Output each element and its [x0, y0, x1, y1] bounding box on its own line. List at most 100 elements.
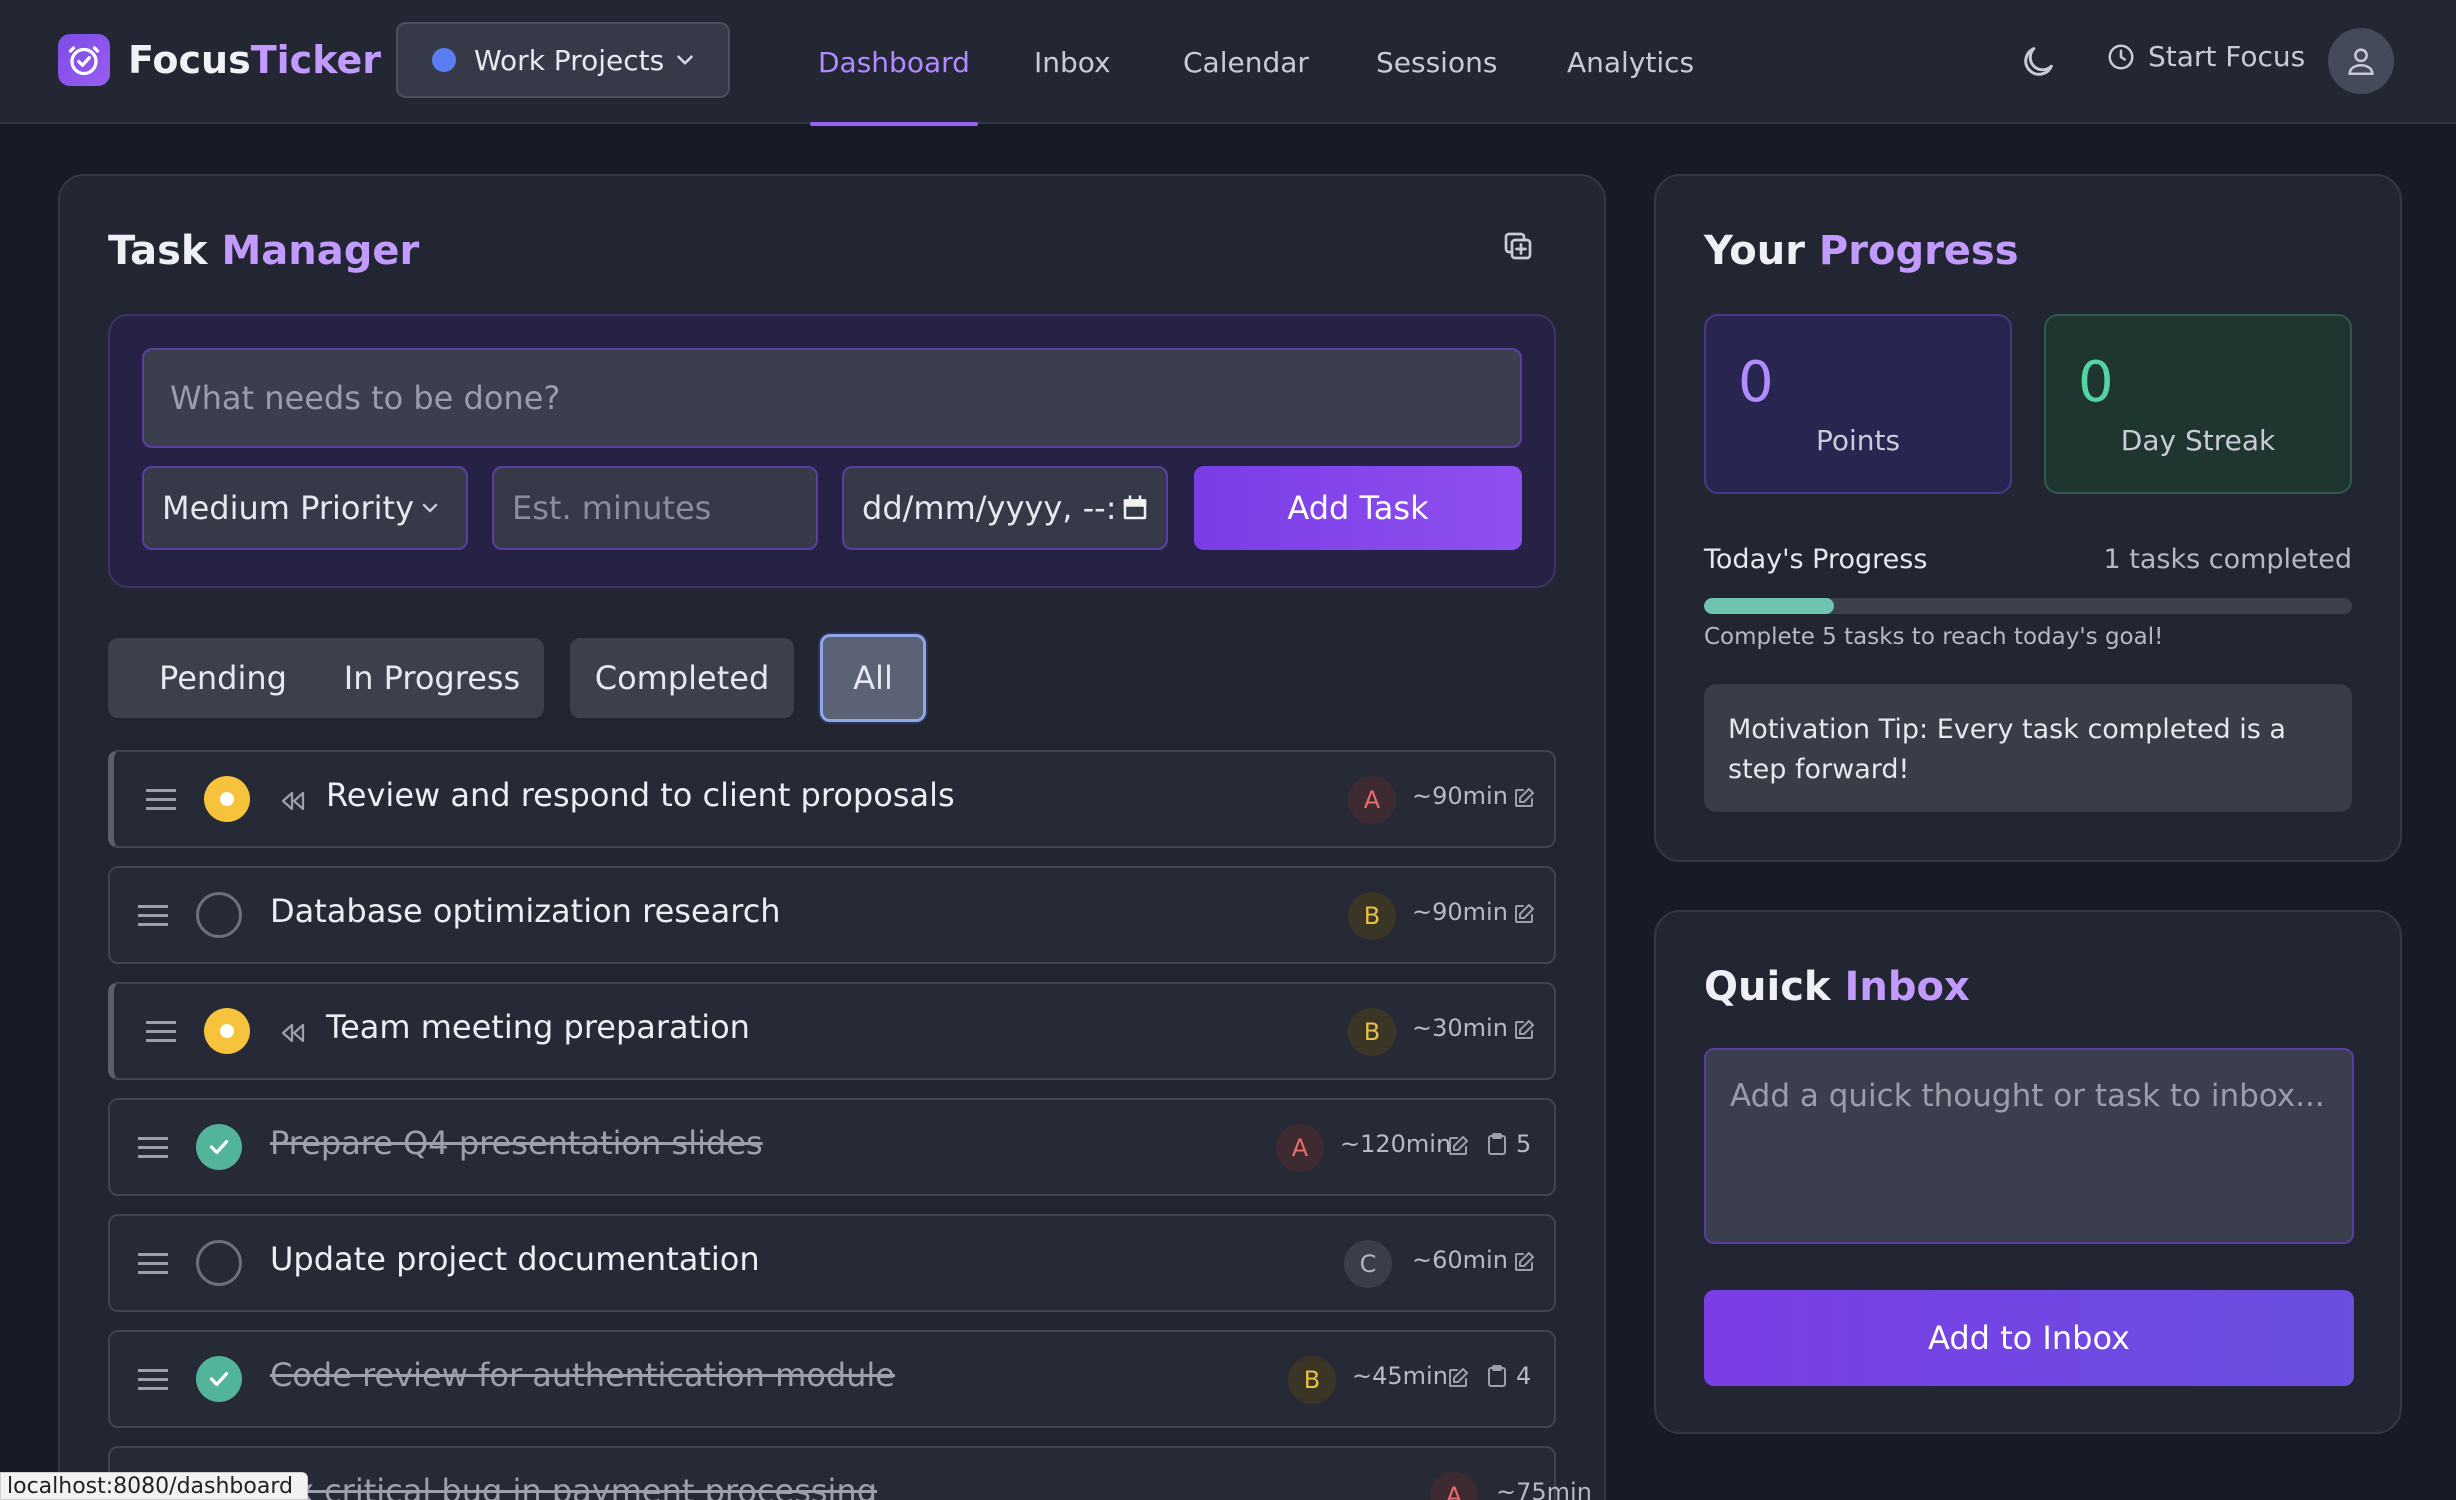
drag-handle-icon[interactable]	[146, 786, 176, 814]
nav-inbox[interactable]: Inbox	[1034, 0, 1111, 124]
task-input-form: Medium Priority Est. minutes dd/mm/yyyy,…	[108, 314, 1556, 588]
moon-icon[interactable]	[2018, 42, 2058, 82]
nav-analytics[interactable]: Analytics	[1567, 0, 1694, 124]
edit-icon[interactable]	[1512, 1250, 1536, 1274]
today-progress-label: Today's Progress	[1704, 544, 1928, 575]
priority-badge: A	[1276, 1124, 1324, 1172]
filter-all[interactable]: All	[820, 634, 926, 722]
task-title: Database optimization research	[270, 892, 781, 930]
clock-icon	[2108, 44, 2134, 69]
nav-dashboard[interactable]: Dashboard	[810, 0, 978, 126]
priority-value: Medium Priority	[162, 489, 415, 527]
task-title: Code review for authentication module	[270, 1356, 895, 1394]
motivation-tip: Motivation Tip: Every task completed is …	[1704, 684, 2352, 812]
edit-icon[interactable]	[1512, 786, 1536, 810]
task-manager-title: Task Manager	[108, 228, 420, 274]
task-status-toggle[interactable]	[196, 892, 242, 938]
task-status-toggle[interactable]	[196, 1356, 242, 1402]
subtask-count-value: 5	[1516, 1130, 1532, 1158]
task-status-toggle[interactable]	[204, 776, 250, 822]
today-progress-bar	[1704, 598, 2352, 614]
add-to-inbox-button[interactable]: Add to Inbox	[1704, 1290, 2354, 1386]
drag-handle-icon[interactable]	[138, 902, 168, 930]
calendar-icon[interactable]	[1120, 493, 1150, 523]
task-row[interactable]: Update project documentation C ~60min	[108, 1214, 1556, 1312]
task-estimate: ~90min	[1412, 782, 1508, 810]
workspace-selector[interactable]: Work Projects	[396, 22, 730, 98]
edit-icon[interactable]	[1446, 1134, 1470, 1158]
task-row[interactable]: Database optimization research B ~90min	[108, 866, 1556, 964]
priority-badge: B	[1348, 1008, 1396, 1056]
task-title: Team meeting preparation	[326, 1008, 750, 1046]
edit-icon[interactable]	[1512, 1018, 1536, 1042]
copy-add-icon[interactable]	[1500, 228, 1536, 264]
drag-handle-icon[interactable]	[146, 1018, 176, 1046]
priority-badge: B	[1348, 892, 1396, 940]
task-row[interactable]: Code review for authentication module B …	[108, 1330, 1556, 1428]
points-value: 0	[1738, 350, 1774, 415]
drag-handle-icon[interactable]	[138, 1366, 168, 1394]
filter-pending[interactable]: Pending	[108, 638, 338, 718]
rewind-icon[interactable]	[280, 1022, 306, 1044]
task-estimate: ~75min	[1496, 1478, 1592, 1500]
today-progress-fill	[1704, 598, 1834, 614]
task-status-toggle[interactable]	[196, 1240, 242, 1286]
drag-handle-icon[interactable]	[138, 1250, 168, 1278]
due-date-input[interactable]: dd/mm/yyyy, --:	[842, 466, 1168, 550]
quick-inbox-title: Quick Inbox	[1704, 964, 1970, 1010]
chevron-down-icon	[677, 55, 693, 65]
task-row[interactable]: Fix critical bug in payment processing A…	[108, 1446, 1592, 1500]
start-focus-label: Start Focus	[2148, 40, 2306, 73]
task-estimate: ~120min	[1340, 1130, 1452, 1158]
workspace-label: Work Projects	[474, 43, 665, 77]
start-focus-button[interactable]: Start Focus	[2106, 40, 2305, 73]
estimate-minutes-input[interactable]: Est. minutes	[492, 466, 818, 550]
task-title-input[interactable]	[142, 348, 1522, 448]
points-label: Points	[1815, 424, 1901, 457]
task-row[interactable]: Team meeting preparation B ~30min	[108, 982, 1556, 1080]
task-estimate: ~60min	[1412, 1246, 1508, 1274]
priority-select[interactable]: Medium Priority	[142, 466, 468, 550]
user-avatar[interactable]	[2328, 28, 2394, 94]
clipboard-icon	[1488, 1365, 1506, 1387]
check-icon	[209, 1139, 229, 1155]
nav-calendar[interactable]: Calendar	[1183, 0, 1309, 124]
task-estimate: ~90min	[1412, 898, 1508, 926]
priority-badge: B	[1288, 1356, 1336, 1404]
filter-completed[interactable]: Completed	[570, 638, 794, 718]
clipboard-icon	[1488, 1133, 1506, 1155]
status-url-bar: localhost:8080/dashboard	[0, 1472, 308, 1500]
due-date-placeholder: dd/mm/yyyy, --:	[862, 489, 1117, 527]
app-name: FocusTicker	[128, 38, 381, 82]
task-title: Update project documentation	[270, 1240, 760, 1278]
add-task-button[interactable]: Add Task	[1194, 466, 1522, 550]
top-header: FocusTicker Work Projects Dashboard Inbo…	[0, 0, 2456, 126]
subtask-count-value: 4	[1516, 1362, 1532, 1390]
quick-inbox-input[interactable]	[1704, 1048, 2354, 1244]
task-title: Review and respond to client proposals	[326, 776, 955, 814]
workspace-color-dot	[432, 48, 456, 72]
priority-badge: C	[1344, 1240, 1392, 1288]
progress-panel: Your Progress 0 Points 0 Day Streak Toda…	[1654, 174, 2402, 862]
subtask-count: 5	[1486, 1130, 1531, 1158]
today-tasks-count: 1 tasks completed	[2103, 544, 2353, 575]
task-row[interactable]: Prepare Q4 presentation slides A ~120min…	[108, 1098, 1556, 1196]
filter-in-progress[interactable]: In Progress	[320, 638, 544, 718]
task-status-toggle[interactable]	[196, 1124, 242, 1170]
rewind-icon[interactable]	[280, 790, 306, 812]
app-logo[interactable]: FocusTicker	[58, 34, 381, 86]
task-status-toggle[interactable]	[204, 1008, 250, 1054]
points-card: 0 Points	[1704, 314, 2012, 494]
task-title: Fix critical bug in payment processing	[270, 1472, 878, 1500]
quick-inbox-panel: Quick Inbox Add to Inbox	[1654, 910, 2402, 1434]
task-row[interactable]: Review and respond to client proposals A…	[108, 750, 1556, 848]
edit-icon[interactable]	[1512, 902, 1536, 926]
task-estimate: ~30min	[1412, 1014, 1508, 1042]
priority-badge: A	[1348, 776, 1396, 824]
user-icon	[2348, 48, 2374, 76]
drag-handle-icon[interactable]	[138, 1134, 168, 1162]
nav-sessions[interactable]: Sessions	[1376, 0, 1497, 124]
clock-check-icon	[58, 34, 110, 86]
check-icon	[209, 1371, 229, 1387]
edit-icon[interactable]	[1446, 1366, 1470, 1390]
